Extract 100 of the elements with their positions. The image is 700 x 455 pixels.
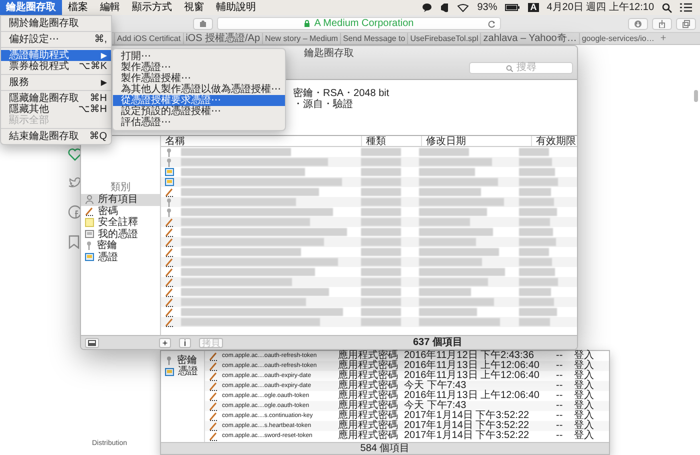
wifi-icon[interactable] xyxy=(457,4,470,12)
menu-title[interactable]: 輔助說明 xyxy=(210,0,262,15)
pencil-icon xyxy=(209,352,218,360)
category-item[interactable]: 密碼 xyxy=(81,206,160,217)
category-label[interactable]: 密鑰 xyxy=(177,355,197,366)
share-button[interactable] xyxy=(652,18,672,30)
heart-icon[interactable] xyxy=(68,148,82,161)
category-item[interactable]: 憑證 xyxy=(81,252,160,263)
column-header[interactable]: 種類 xyxy=(361,136,421,146)
toolbar-button[interactable]: + xyxy=(159,338,171,348)
download-button[interactable] xyxy=(628,18,648,30)
browser-tab[interactable]: google-services/io… xyxy=(578,33,656,44)
menu-item[interactable]: 設定預設的憑證授權⋯ xyxy=(113,106,285,117)
type-cell-text: 應用程式密碼 xyxy=(338,401,399,411)
browser-tab[interactable]: zahlava – Yahoo奇… xyxy=(480,33,579,44)
pixelated-text xyxy=(519,318,550,326)
menu-title[interactable]: 編輯 xyxy=(94,0,126,15)
pixelated-text xyxy=(361,228,401,236)
menu-item[interactable]: 隱藏鑰匙圈存取 ⌘H xyxy=(1,93,111,104)
menu-item[interactable]: 關於鑰匙圈存取 xyxy=(1,18,111,29)
category-item[interactable]: 安全註釋 xyxy=(81,217,160,228)
menu-item[interactable]: 偏好設定⋯ ⌘, xyxy=(1,34,111,45)
people-icon xyxy=(85,195,94,204)
column-header[interactable]: 有效期限 xyxy=(531,136,577,146)
bird-icon[interactable] xyxy=(68,177,82,189)
tabs-button[interactable] xyxy=(676,18,696,30)
share-icon xyxy=(658,20,666,28)
keychain-cell: 登入 xyxy=(574,371,594,381)
pencil-icon xyxy=(164,308,174,316)
extension-button[interactable] xyxy=(193,18,213,30)
certificate-icon xyxy=(165,368,174,376)
menu-title[interactable]: 鑰匙圈存取 xyxy=(0,0,62,15)
chat-bubble-icon[interactable] xyxy=(422,3,432,12)
column-header[interactable]: 名稱 xyxy=(161,136,361,146)
type-cell-text: 應用程式密碼 xyxy=(338,411,399,421)
pixelated-text xyxy=(361,308,401,316)
menu-item[interactable]: 製作憑證授權⋯ xyxy=(113,73,285,84)
menu-title[interactable]: 視窗 xyxy=(178,0,210,15)
browser-tab[interactable]: Add iOS Certificat xyxy=(114,33,183,44)
browser-tab[interactable]: iOS 授權憑證/Ap xyxy=(182,33,262,44)
keychain-cell: 登入 xyxy=(574,421,594,431)
sidebar-toggle-button[interactable] xyxy=(85,338,99,348)
date-cell-text: 2016年11月12日 下午2:43:36 xyxy=(404,351,535,361)
circle-f-icon[interactable] xyxy=(68,205,82,219)
pixelated-text xyxy=(419,308,477,316)
battery-icon[interactable] xyxy=(505,4,520,11)
date-cell-text: 2016年11月13日 上午12:06:40 xyxy=(404,391,540,401)
pencil-icon xyxy=(164,288,174,296)
browser-tab[interactable]: UseFirebaseTol.spl xyxy=(407,33,480,44)
toolbar-button[interactable]: i xyxy=(179,338,191,348)
battery-percent: 93% xyxy=(477,2,498,13)
item-count: 584 個項目 xyxy=(360,443,410,454)
pixelated-text xyxy=(361,238,401,246)
search-placeholder: 搜尋 xyxy=(516,63,536,73)
menu-title[interactable]: 顯示方式 xyxy=(126,0,178,15)
pencil-icon xyxy=(164,298,174,306)
bookmark-icon[interactable] xyxy=(68,235,80,249)
pixelated-text xyxy=(361,268,401,276)
pixelated-text xyxy=(361,248,401,256)
keychain-cell: 登入 xyxy=(574,351,594,361)
pencil-icon xyxy=(209,372,218,380)
certificate-icon xyxy=(85,253,94,262)
category-label[interactable]: 憑證 xyxy=(178,366,198,377)
category-item[interactable]: 所有項目 xyxy=(81,194,160,206)
date-cell-text: 2016年11月13日 上午12:06:40 xyxy=(404,371,540,381)
menu-item[interactable]: 結束鑰匙圈存取 ⌘Q xyxy=(1,131,111,142)
pixelated-text xyxy=(519,238,556,246)
list-icon[interactable] xyxy=(680,3,692,12)
pixelated-text xyxy=(519,198,554,206)
pixelated-text xyxy=(361,158,401,166)
search-icon[interactable] xyxy=(662,2,672,12)
expiry-cell-text: -- xyxy=(556,361,564,371)
menu-item[interactable]: 打開⋯ xyxy=(113,51,285,62)
menu-item[interactable]: 憑證輔助程式 ▶ xyxy=(1,50,111,61)
menu-item[interactable]: 隱藏其他 ⌥⌘H xyxy=(1,104,111,115)
pencil-icon xyxy=(209,402,218,410)
menu-item[interactable]: 票券檢視程式 ⌥⌘K xyxy=(1,61,111,72)
menu-item[interactable]: 評估憑證⋯ xyxy=(113,117,285,128)
menu-item[interactable]: 從憑證授權要求憑證⋯ xyxy=(113,95,285,106)
type-cell-text: 應用程式密碼 xyxy=(338,381,399,391)
input-source-indicator[interactable]: A xyxy=(528,2,539,12)
browser-tab[interactable]: New story – Medium xyxy=(262,33,340,44)
clock-text[interactable]: 4月20日 週四 上午12:10 xyxy=(546,2,654,13)
pixelated-text xyxy=(519,258,552,266)
pencil-icon xyxy=(209,412,218,420)
menu-item[interactable]: 製作憑證⋯ xyxy=(113,62,285,73)
browser-tab[interactable]: Send Message to xyxy=(340,33,408,44)
pixelated-text xyxy=(519,158,552,166)
menu-item[interactable]: 為其他人製作憑證以做為憑證授權⋯ xyxy=(113,84,285,95)
pixelated-text xyxy=(519,288,551,296)
type-cell-text: 應用程式密碼 xyxy=(338,371,399,381)
expiry-cell-text: -- xyxy=(556,431,564,441)
column-header[interactable]: 修改日期 xyxy=(421,136,531,146)
category-item[interactable]: 我的憑證 xyxy=(81,228,160,240)
menu-item[interactable]: 服務 ▶ xyxy=(1,77,111,88)
date-cell-text: 2016年11月13日 上午12:06:40 xyxy=(404,361,540,371)
menu-title[interactable]: 檔案 xyxy=(62,0,94,15)
pixelated-text xyxy=(361,168,401,176)
category-item[interactable]: 密鑰 xyxy=(81,240,160,252)
pixelated-text xyxy=(519,218,550,226)
